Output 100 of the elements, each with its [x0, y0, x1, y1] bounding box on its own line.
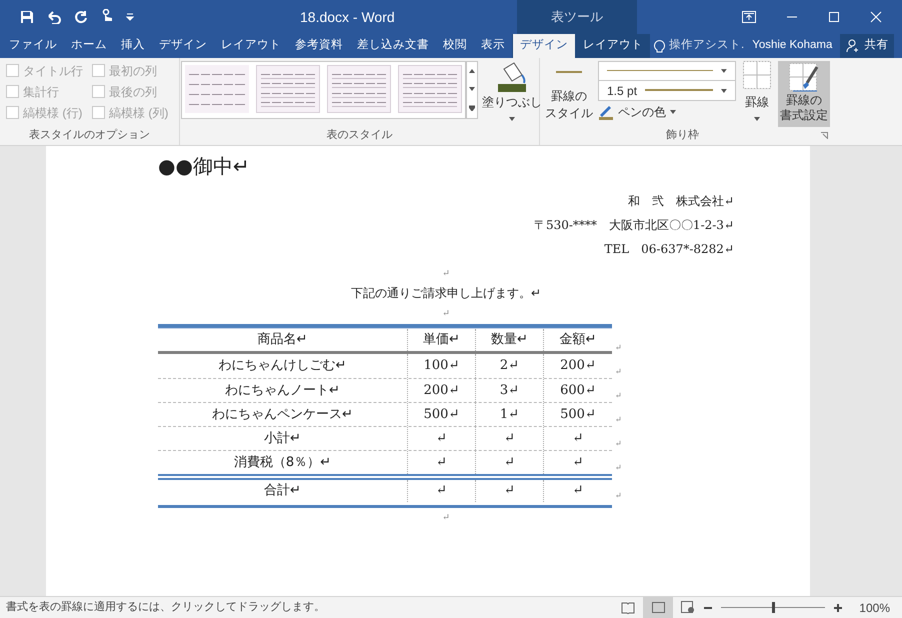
border-painter-button[interactable]: 罫線の 書式設定: [778, 61, 830, 127]
paragraph-mark: ↵: [442, 268, 450, 281]
zoom-in-icon[interactable]: [833, 602, 844, 612]
read-mode-icon[interactable]: [621, 602, 636, 614]
table-cell-text: 消費税（8％）↵: [232, 454, 332, 472]
ribbon-tab[interactable]: ホーム: [64, 34, 114, 58]
user-name[interactable]: Yoshie Kohama: [752, 37, 832, 55]
pen-color-button[interactable]: ペンの色: [598, 103, 736, 121]
scroll-down-icon[interactable]: [469, 87, 475, 91]
table-cell-text: わにちゃんノート↵: [224, 382, 341, 400]
maximize-icon[interactable]: [828, 11, 840, 23]
row-end-mark: ↵: [615, 462, 622, 474]
border-styles-button[interactable]: 罫線の スタイル: [544, 61, 594, 127]
table-cell: ↵: [543, 427, 612, 450]
row-end-mark: ↵: [615, 390, 622, 402]
row-end-mark: ↵: [615, 438, 622, 450]
table-cell: 500↵: [543, 403, 612, 426]
line-style-dropdown[interactable]: [598, 61, 736, 81]
ribbon-tab[interactable]: ファイル: [2, 34, 64, 58]
dropdown-icon: [721, 88, 727, 92]
group-label: 表のスタイル: [326, 128, 392, 142]
zoom-slider[interactable]: [721, 602, 826, 614]
table-cell: 100↵: [407, 354, 475, 378]
web-layout-icon[interactable]: [681, 601, 696, 614]
redo-icon[interactable]: [74, 10, 88, 24]
sender-line: 〒530-**** 大阪市北区〇〇1-2-3↵: [534, 217, 734, 234]
borders-button[interactable]: 罫線: [740, 61, 774, 127]
table-cell: ↵: [475, 480, 543, 502]
intro-text: 下記の通りご請求申し上げます。↵: [350, 284, 542, 302]
paragraph-mark: ↵: [442, 308, 450, 320]
scroll-up-icon[interactable]: [469, 69, 475, 73]
page-icon: [652, 602, 665, 613]
table-cell: 2↵: [475, 354, 543, 378]
checkbox-label: タイトル行: [23, 62, 83, 80]
ribbon-tab[interactable]: 参考資料: [288, 34, 350, 58]
checkbox[interactable]: [92, 64, 105, 77]
table-cell: ↵: [543, 451, 612, 474]
line-weight-dropdown[interactable]: 1.5 pt: [598, 81, 736, 101]
row-end-mark: ↵: [615, 342, 622, 354]
lightbulb-icon: [654, 38, 665, 54]
checkbox[interactable]: [92, 106, 105, 119]
header-cell: 単価↵: [407, 329, 475, 351]
ribbon-tab[interactable]: デザイン: [152, 34, 214, 58]
sender-line: 和 弐 株式会社↵: [628, 193, 734, 210]
table-cell: 200↵: [543, 354, 612, 378]
checkbox[interactable]: [6, 64, 19, 77]
dialog-launcher-icon[interactable]: [821, 132, 828, 139]
person-add-icon: [846, 39, 860, 53]
checkbox-label: 縞模様 (行): [23, 104, 82, 122]
table-cell: 3↵: [475, 379, 543, 402]
ribbon-tab[interactable]: レイアウト: [576, 34, 650, 58]
table-style-thumbnail[interactable]: [398, 65, 462, 113]
ribbon-display-icon[interactable]: [742, 11, 756, 23]
table-cell: ↵: [543, 480, 612, 502]
ribbon-tab[interactable]: レイアウト: [214, 34, 288, 58]
zoom-thumb[interactable]: [772, 602, 776, 613]
gallery-scroll[interactable]: [466, 61, 478, 119]
tell-me-field[interactable]: 操作アシスト.: [669, 37, 744, 55]
table-cell: ↵: [475, 451, 543, 474]
ribbon-tab[interactable]: 校閲: [436, 34, 474, 58]
line-preview-icon: [607, 70, 714, 72]
table-cell: 1↵: [475, 403, 543, 426]
close-icon[interactable]: [870, 11, 882, 23]
status-message: 書式を表の罫線に適用するには、クリックしてドラッグします。: [6, 600, 325, 616]
more-icon[interactable]: [469, 105, 475, 111]
table-cell: ↵: [407, 451, 475, 474]
table-cell: 500↵: [407, 403, 475, 426]
zoom-level[interactable]: 100%: [859, 598, 890, 616]
line-preview-icon: [645, 89, 714, 92]
table-style-thumbnail[interactable]: [256, 65, 320, 113]
ribbon-tab[interactable]: 挿入: [114, 34, 152, 58]
row-end-mark: ↵: [615, 414, 622, 426]
table-style-thumbnail[interactable]: [185, 65, 249, 113]
ribbon-tab[interactable]: 表示: [474, 34, 512, 58]
table-cell: 600↵: [543, 379, 612, 402]
dropdown-icon: [721, 69, 727, 73]
print-layout-button[interactable]: [643, 597, 674, 618]
customize-icon[interactable]: [126, 13, 134, 21]
row-end-mark: ↵: [615, 366, 622, 378]
checkbox[interactable]: [92, 85, 105, 98]
ribbon-tab[interactable]: 差し込み文書: [350, 34, 436, 58]
window-title: 18.docx - Word: [300, 8, 395, 26]
ribbon-tab[interactable]: デザイン: [512, 34, 576, 58]
undo-icon[interactable]: [46, 10, 62, 24]
checkbox-label: 最初の列: [109, 62, 157, 80]
checkbox-label: 集計行: [23, 84, 59, 100]
save-icon[interactable]: [20, 10, 34, 24]
share-button[interactable]: 共有: [840, 34, 894, 58]
table-cell-text: わにちゃんペンケース↵: [211, 406, 354, 424]
table-cell-text: 小計↵: [263, 430, 302, 448]
table-cell-text: 合計↵: [263, 482, 302, 500]
group-label: 表スタイルのオプション: [29, 128, 150, 142]
group-label: 飾り枠: [666, 128, 699, 143]
checkbox-label: 最後の列: [109, 84, 157, 100]
line-style-icon: [556, 71, 582, 74]
checkbox[interactable]: [6, 85, 19, 98]
table-cell: ↵: [475, 427, 543, 450]
borders-grid-icon: [743, 61, 771, 89]
table-style-thumbnail[interactable]: [327, 65, 391, 113]
checkbox[interactable]: [6, 106, 19, 119]
